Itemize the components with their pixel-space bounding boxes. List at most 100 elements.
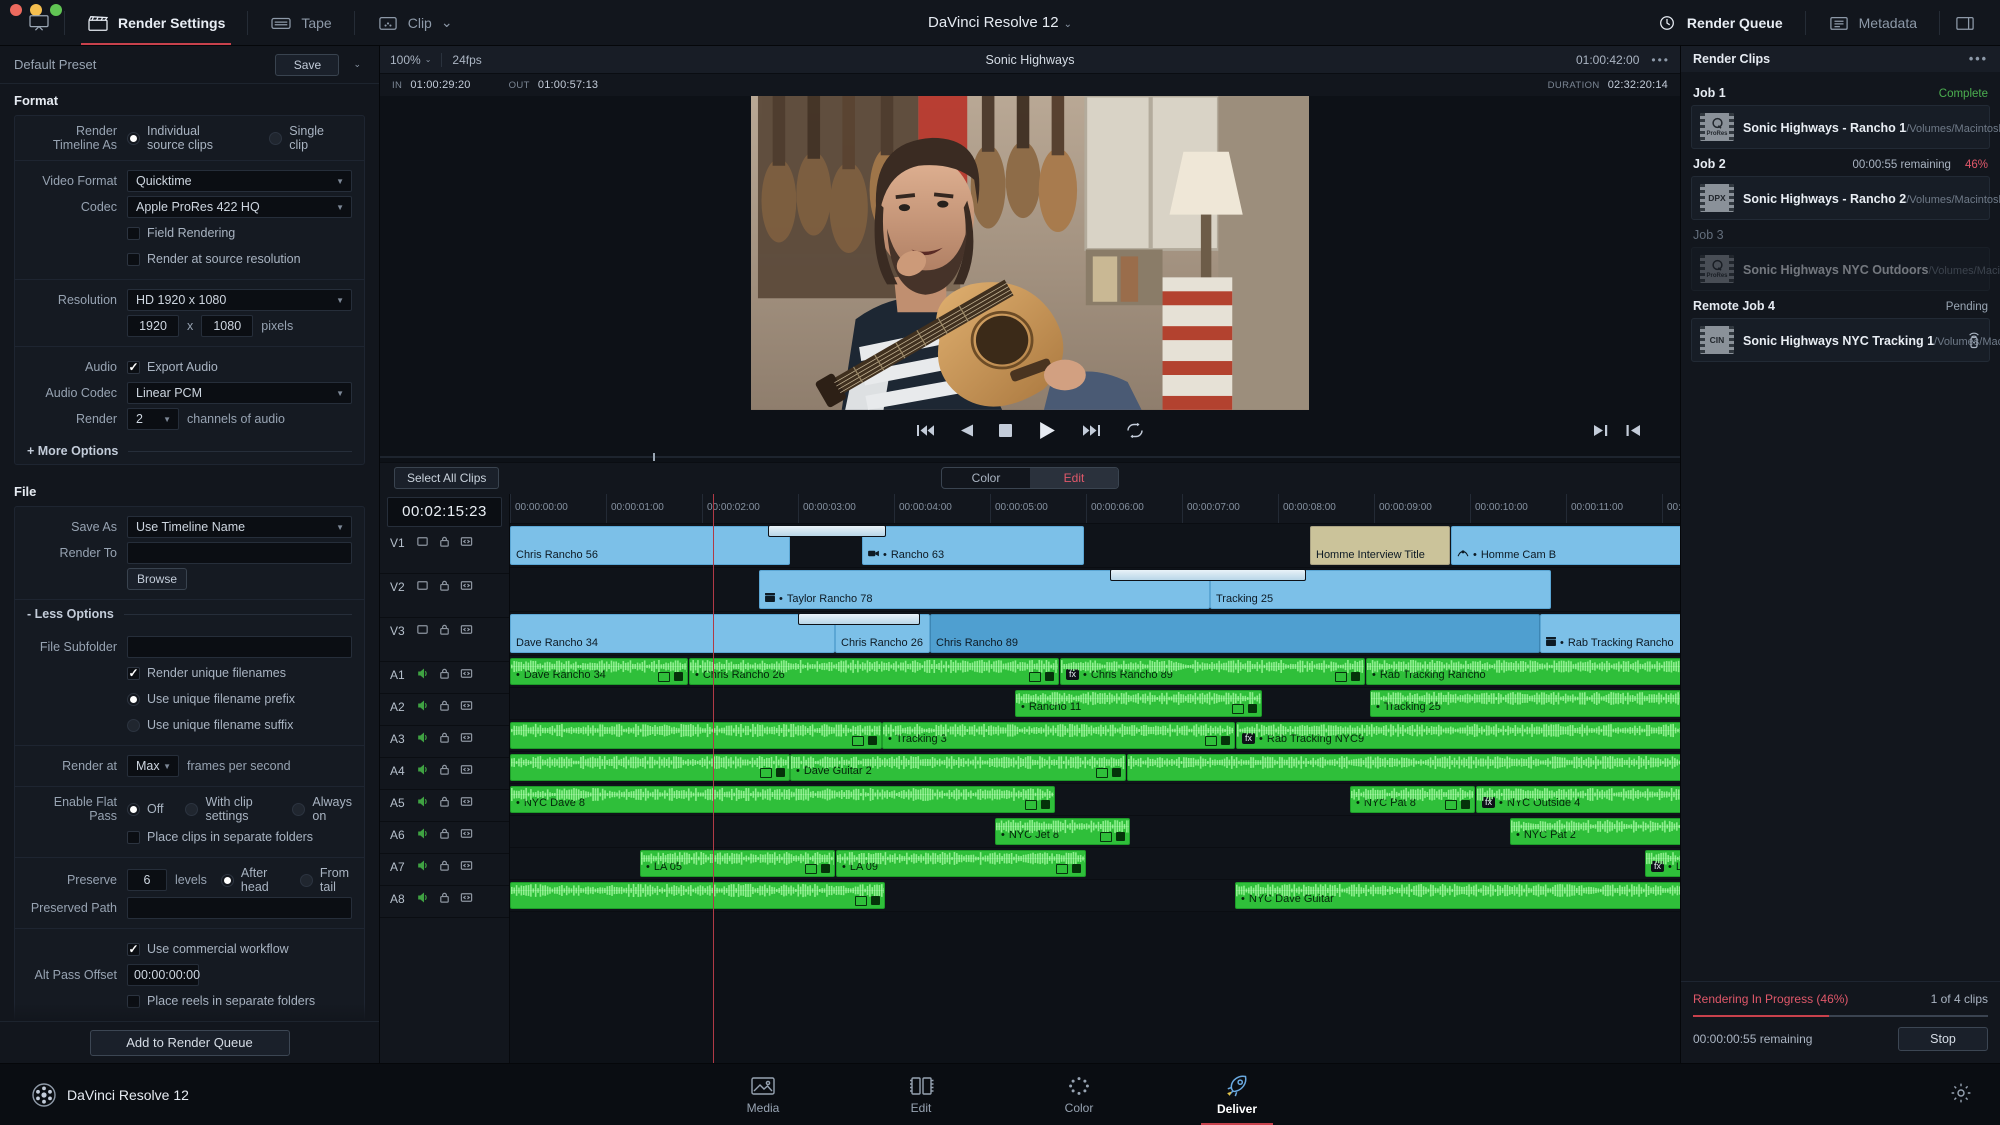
timeline-audio-clip[interactable] xyxy=(510,721,882,749)
track-auto-select-icon[interactable] xyxy=(460,859,473,872)
resolution-height-input[interactable]: 1080 xyxy=(201,315,254,337)
settings-button[interactable] xyxy=(1950,1082,1972,1107)
radio-from-tail[interactable]: From tail xyxy=(299,866,352,894)
audio-track-a6[interactable]: • NYC Jet 8 • NYC Pat 2 xyxy=(510,815,1680,848)
track-header-a5[interactable]: A5 xyxy=(380,790,509,822)
timeline-audio-clip[interactable]: • NYC Pat 2 xyxy=(1510,817,1680,845)
checkbox-export-audio[interactable]: Export Audio xyxy=(127,360,218,374)
timeline-clip[interactable]: Homme Interview Title xyxy=(1310,525,1450,565)
video-format-select[interactable]: Quicktime ▼ xyxy=(127,170,352,192)
preserve-levels-input[interactable]: 6 xyxy=(127,869,167,891)
track-header-a8[interactable]: A8 xyxy=(380,886,509,918)
track-header-v1[interactable]: V1 xyxy=(380,530,509,574)
loop-button[interactable] xyxy=(1126,423,1144,439)
tab-edit[interactable]: Edit xyxy=(1030,468,1118,489)
tab-render-settings[interactable]: Render Settings xyxy=(65,0,247,45)
timeline-clip[interactable]: Chris Rancho 56 xyxy=(510,525,790,565)
tab-color[interactable]: Color xyxy=(942,468,1030,488)
codec-select[interactable]: Apple ProRes 422 HQ ▼ xyxy=(127,196,352,218)
viewer-options-menu-icon[interactable]: ••• xyxy=(1651,53,1670,67)
timeline-audio-clip[interactable]: • LA 09 xyxy=(836,849,1086,877)
track-lock-icon[interactable] xyxy=(438,667,451,680)
timeline-audio-clip[interactable]: • NYC Dave 8 xyxy=(510,785,1055,813)
render-job-item[interactable]: CIN Sonic Highways NYC Tracking 1/Volumes… xyxy=(1691,318,2000,362)
track-m<ute-icon[interactable] xyxy=(416,859,429,872)
timeline-audio-clip[interactable]: • Rancho 11 xyxy=(1015,689,1262,717)
track-auto-select-icon[interactable] xyxy=(460,763,473,776)
tab-tape[interactable]: Tape xyxy=(248,0,353,45)
checkbox-use-commercial-workflow[interactable]: Use commercial workflow xyxy=(127,942,289,956)
timeline-clip[interactable]: Dave Rancho 34 xyxy=(510,613,835,653)
video-preview-frame[interactable] xyxy=(751,96,1309,410)
audio-track-a7[interactable]: •LA 05•LA 09 fx•LA 12 xyxy=(510,847,1680,880)
track-lock-icon[interactable] xyxy=(438,763,451,776)
radio-use-unique-filename-prefix[interactable]: Use unique filename prefix xyxy=(127,692,295,706)
radio-after-head[interactable]: After head xyxy=(220,866,280,894)
track-lock-icon[interactable] xyxy=(438,859,451,872)
timeline-audio-clip[interactable]: fx • NYC Outside 4 xyxy=(1476,785,1680,813)
clip-trim-handle[interactable] xyxy=(798,612,920,625)
timeline-audio-clip[interactable]: • NYC Jet 8 xyxy=(995,817,1130,845)
track-header-v3[interactable]: V3 xyxy=(380,618,509,662)
timeline-audio-clip[interactable]: • NYC Pat 8 xyxy=(1350,785,1475,813)
audio-channels-select[interactable]: 2 ▼ xyxy=(127,408,179,430)
radio-flat-pass-with-clip-settings[interactable]: With clip settings xyxy=(185,795,272,823)
track-lock-icon[interactable] xyxy=(438,795,451,808)
viewer-scrubber[interactable] xyxy=(380,451,1680,462)
checkbox-render-at-source-resolution[interactable]: Render at source resolution xyxy=(127,252,301,266)
radio-single-clip[interactable]: Single clip xyxy=(269,124,330,152)
timeline-audio-clip[interactable]: fx • Rab Tracking NYC9 xyxy=(1236,721,1680,749)
monitor-toggle-button[interactable] xyxy=(14,0,64,45)
track-lock-icon[interactable] xyxy=(438,535,451,548)
track-m<ute-icon[interactable] xyxy=(416,763,429,776)
timeline-audio-clip[interactable]: fx • Chris Rancho 89 xyxy=(1060,657,1365,685)
render-at-fps-select[interactable]: Max ▼ xyxy=(127,755,179,777)
track-header-a7[interactable]: A7 xyxy=(380,854,509,886)
more-options-toggle[interactable]: + More Options xyxy=(15,439,364,464)
audio-track-a1[interactable]: • Dave Rancho 34 • Chris Rancho 26 fx • Chris … xyxy=(510,655,1680,688)
track-m<ute-icon[interactable] xyxy=(416,795,429,808)
chevron-down-icon[interactable]: ⌄ xyxy=(1064,19,1072,30)
radio-flat-pass-always-on[interactable]: Always on xyxy=(292,795,352,823)
browse-button[interactable]: Browse xyxy=(127,568,187,590)
in-timecode[interactable]: 01:00:29:20 xyxy=(410,79,470,91)
track-auto-select-icon[interactable] xyxy=(460,623,473,636)
timeline-audio-clip[interactable]: • Tracking 25 xyxy=(1370,689,1680,717)
select-all-clips-button[interactable]: Select All Clips xyxy=(394,467,500,490)
track-auto-select-icon[interactable] xyxy=(460,795,473,808)
track-lock-icon[interactable] xyxy=(438,827,451,840)
track-auto-select-icon[interactable] xyxy=(460,827,473,840)
timeline-clip[interactable]: • Rancho 63 xyxy=(862,525,1084,565)
radio-flat-pass-off[interactable]: Off xyxy=(127,802,163,816)
save-preset-button[interactable]: Save xyxy=(275,53,340,76)
track-m<ute-icon[interactable] xyxy=(416,699,429,712)
clip-trim-handle[interactable] xyxy=(1110,568,1306,581)
track-header-v2[interactable]: V2 xyxy=(380,574,509,618)
audio-track-a4[interactable]: • Dave Guitar 2 xyxy=(510,751,1680,784)
track-m<ute-icon[interactable] xyxy=(416,731,429,744)
panel-toggle-button[interactable] xyxy=(1940,0,1986,45)
checkbox-field-rendering[interactable]: Field Rendering xyxy=(127,226,235,240)
go-to-out-button[interactable] xyxy=(1594,424,1608,437)
track-visible-icon[interactable] xyxy=(416,579,429,592)
track-lock-icon[interactable] xyxy=(438,891,451,904)
timeline-audio-clip[interactable]: fx•LA 12 xyxy=(1645,849,1680,877)
alt-pass-offset-input[interactable]: 00:00:00:00 xyxy=(127,964,200,986)
file-subfolder-input[interactable] xyxy=(127,636,352,658)
timeline-current-timecode[interactable]: 00:02:15:23 xyxy=(387,496,502,527)
timeline-audio-clip[interactable]: • Rab Tracking Rancho xyxy=(1366,657,1680,685)
timeline-audio-clip[interactable]: • Dave Guitar 2 xyxy=(790,753,1126,781)
audio-track-a2[interactable]: • Rancho 11 • Tracking 25 xyxy=(510,687,1680,720)
tab-render-queue[interactable]: Render Queue xyxy=(1634,0,1805,45)
track-lock-icon[interactable] xyxy=(438,699,451,712)
scrubber-playhead[interactable] xyxy=(653,452,655,461)
timeline-audio-clip[interactable] xyxy=(510,753,790,781)
checkbox-render-unique-filenames[interactable]: Render unique filenames xyxy=(127,666,286,680)
track-visible-icon[interactable] xyxy=(416,623,429,636)
track-auto-select-icon[interactable] xyxy=(460,667,473,680)
radio-use-unique-filename-suffix[interactable]: Use unique filename suffix xyxy=(127,718,293,732)
add-to-render-queue-button[interactable]: Add to Render Queue xyxy=(89,1029,290,1056)
timeline-audio-clip[interactable] xyxy=(1127,753,1680,781)
checkbox-place-reels-separate-folders[interactable]: Place reels in separate folders xyxy=(127,994,315,1008)
track-auto-select-icon[interactable] xyxy=(460,535,473,548)
